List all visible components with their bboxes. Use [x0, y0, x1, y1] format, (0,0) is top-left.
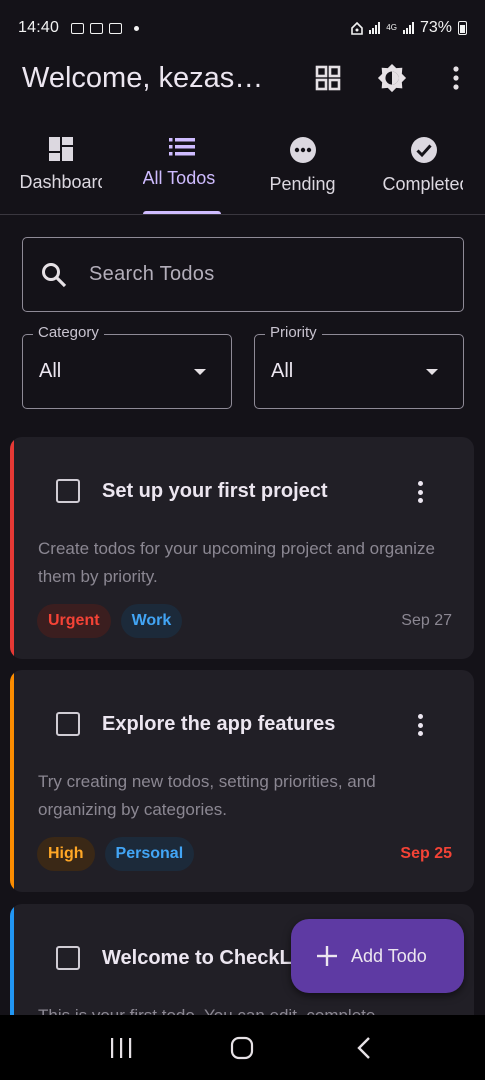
- todo-title: Welcome to CheckList: [102, 946, 316, 969]
- todo-checkbox[interactable]: [56, 946, 80, 970]
- chevron-down-icon: [194, 369, 206, 375]
- recent-apps-button[interactable]: [101, 1028, 141, 1068]
- tab-dashboard-label: Dashboard: [19, 172, 102, 192]
- recent-apps-icon: [110, 1037, 132, 1058]
- cell-signal-icon: [402, 22, 414, 34]
- search-icon: [42, 262, 67, 287]
- grid-view-button[interactable]: [313, 63, 343, 93]
- plus-icon: [317, 946, 337, 966]
- gallery-notification-icon: [71, 22, 85, 34]
- alarm-icon: [351, 21, 364, 35]
- back-icon: [357, 1036, 370, 1059]
- todo-checkbox[interactable]: [56, 712, 80, 736]
- more-vert-icon: [453, 66, 459, 90]
- todo-checkbox[interactable]: [56, 479, 80, 503]
- status-time: 14:40: [18, 19, 60, 36]
- tab-completed-label: Completed: [382, 174, 463, 194]
- theme-toggle-button[interactable]: [377, 63, 407, 93]
- category-dropdown-label: Category: [33, 324, 104, 341]
- page-title: Welcome, kezas…: [22, 61, 262, 94]
- priority-stripe: [10, 670, 14, 892]
- status-bar: 14:40 4G 73%: [0, 0, 485, 56]
- dashboard-icon: [48, 137, 73, 161]
- tab-completed[interactable]: Completed: [363, 128, 484, 214]
- message-notification-icon: [109, 22, 123, 34]
- priority-dropdown-label: Priority: [265, 324, 322, 341]
- todo-card[interactable]: Explore the app features Try creating ne…: [10, 670, 474, 892]
- more-notifications-icon: [134, 25, 140, 31]
- todo-card[interactable]: Set up your first project Create todos f…: [10, 437, 474, 659]
- todo-description: This is your first todo. You can edit, c…: [38, 1002, 438, 1015]
- tab-all-todos-label: All Todos: [142, 168, 216, 188]
- list-icon: [168, 138, 195, 156]
- priority-stripe: [10, 904, 14, 1015]
- wifi-calling-signal-icon: [369, 22, 381, 34]
- network-type-label: 4G: [386, 23, 397, 32]
- priority-badge: High: [37, 837, 95, 871]
- tab-pending-label: Pending: [269, 174, 336, 194]
- battery-percentage: 73%: [419, 19, 452, 36]
- app-notification-icon: [90, 22, 104, 34]
- battery-icon: [458, 21, 467, 35]
- chevron-down-icon: [426, 369, 438, 375]
- todo-due-date: Sep 25: [400, 845, 452, 862]
- tab-all-todos[interactable]: All Todos: [121, 128, 242, 214]
- home-icon: [231, 1036, 254, 1059]
- category-badge: Personal: [104, 837, 195, 871]
- back-button[interactable]: [344, 1028, 384, 1068]
- check-circle-icon: [410, 137, 437, 163]
- todo-description: Try creating new todos, setting prioriti…: [38, 772, 376, 819]
- tab-dashboard[interactable]: Dashboard: [0, 128, 121, 214]
- home-button[interactable]: [222, 1028, 262, 1068]
- priority-dropdown-value: All: [271, 360, 294, 382]
- add-todo-button[interactable]: Add Todo: [291, 919, 464, 993]
- app-bar: Welcome, kezas…: [0, 56, 485, 100]
- todo-due-date: Sep 27: [401, 612, 452, 629]
- active-tab-indicator: [143, 211, 221, 214]
- tab-pending[interactable]: Pending: [242, 128, 363, 214]
- priority-badge: Urgent: [37, 604, 111, 638]
- todo-title: Explore the app features: [102, 712, 336, 735]
- tab-bar: Dashboard All Todos Pending Completed: [0, 128, 485, 215]
- priority-stripe: [10, 437, 14, 659]
- category-dropdown[interactable]: Category All: [22, 324, 232, 409]
- grid-view-icon: [315, 65, 341, 91]
- todo-title: Set up your first project: [102, 479, 328, 502]
- brightness-icon: [377, 63, 407, 93]
- todo-menu-button[interactable]: [408, 712, 432, 738]
- add-todo-label: Add Todo: [351, 945, 427, 966]
- category-dropdown-value: All: [39, 360, 62, 382]
- overflow-menu-button[interactable]: [441, 63, 471, 93]
- search-input[interactable]: Search Todos: [22, 237, 464, 312]
- todo-description: Create todos for your upcoming project a…: [38, 539, 435, 586]
- todo-menu-button[interactable]: [408, 479, 432, 505]
- priority-dropdown[interactable]: Priority All: [254, 324, 464, 409]
- category-badge: Work: [120, 604, 183, 638]
- system-nav-bar: [0, 1015, 485, 1080]
- pending-icon: [289, 137, 316, 163]
- search-placeholder: Search Todos: [89, 263, 215, 285]
